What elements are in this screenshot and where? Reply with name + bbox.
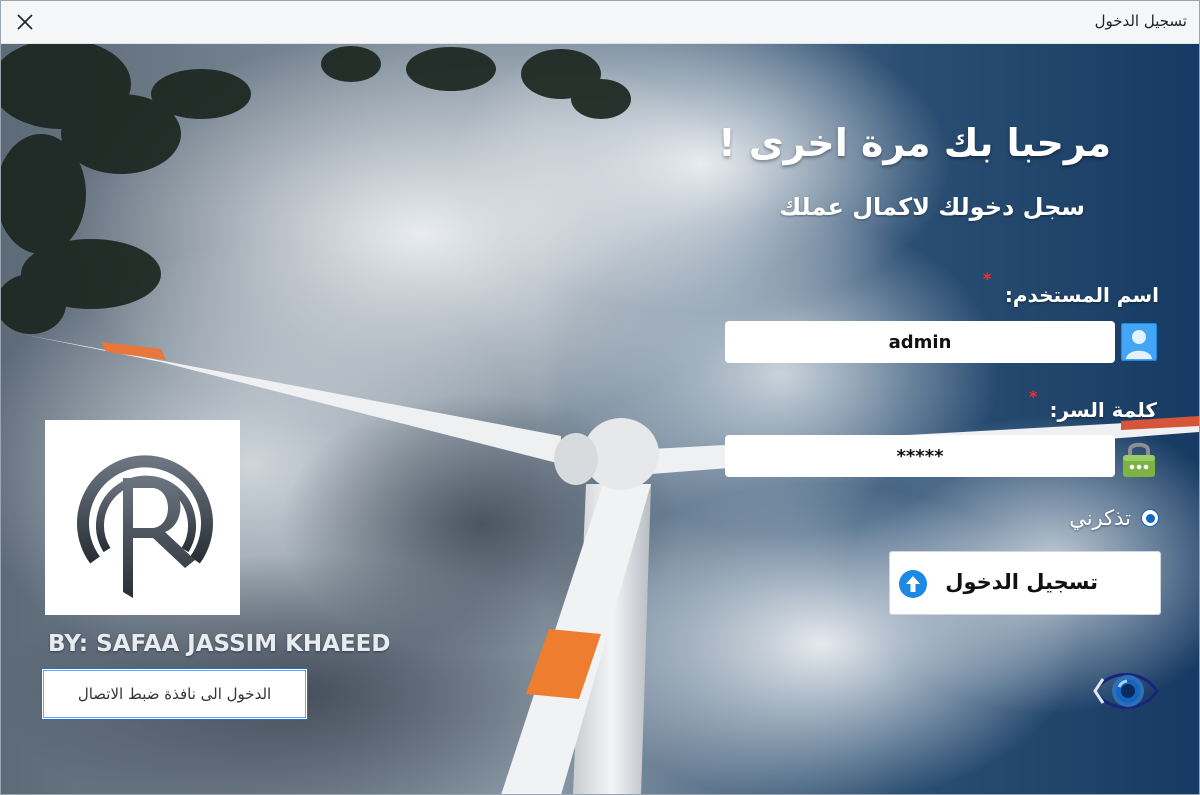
password-required-mark: * xyxy=(1029,387,1038,406)
remember-me-radio-dot xyxy=(1145,513,1155,523)
lock-icon xyxy=(1123,442,1155,477)
r-logo-icon xyxy=(77,455,213,598)
user-icon xyxy=(1121,323,1157,361)
eye-icon xyxy=(1093,673,1159,709)
welcome-heading: مرحبا بك مرة اخرى ! xyxy=(718,121,1111,165)
remember-me-radio[interactable] xyxy=(1141,509,1159,527)
title-bar: تسجيل الدخول xyxy=(1,1,1199,44)
login-button[interactable]: تسجيل الدخول xyxy=(889,551,1161,615)
welcome-subtitle: سجل دخولك لاكمال عملك xyxy=(779,193,1085,221)
password-input[interactable] xyxy=(725,435,1115,477)
remember-me-option[interactable]: تذكرني xyxy=(1069,506,1159,530)
username-input[interactable] xyxy=(725,321,1115,363)
show-password-button[interactable] xyxy=(1091,661,1161,721)
username-required-mark: * xyxy=(983,269,992,288)
logo xyxy=(45,420,240,615)
arrow-up-icon xyxy=(899,570,927,598)
window-title: تسجيل الدخول xyxy=(1094,12,1187,30)
author-credit: BY: SAFAA JASSIM KHAEED xyxy=(48,631,391,657)
remember-me-label: تذكرني xyxy=(1069,506,1131,530)
close-button[interactable] xyxy=(9,7,41,37)
login-button-label: تسجيل الدخول xyxy=(945,570,1098,594)
connection-settings-button[interactable]: الدخول الى نافذة ضبط الاتصال xyxy=(41,668,308,720)
close-icon xyxy=(17,14,33,30)
login-window: تسجيل الدخول مرحبا بك مرة اخرى ! سجل دخو… xyxy=(0,0,1200,795)
password-label: كلمة السر: xyxy=(1049,398,1157,422)
username-label: اسم المستخدم: xyxy=(1004,283,1159,307)
